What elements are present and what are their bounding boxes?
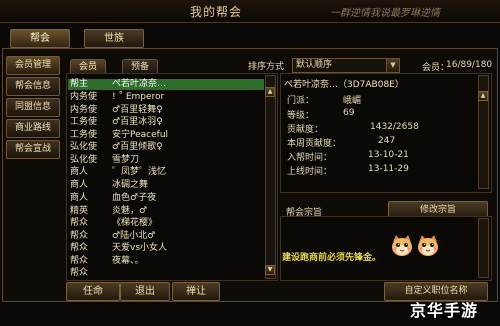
tab-members[interactable]: 会员 bbox=[70, 59, 106, 74]
chevron-down-icon: ▼ bbox=[386, 59, 399, 72]
transfer-leader-button[interactable]: 禅让 bbox=[172, 282, 220, 301]
member-name: ♂陆小北♂ bbox=[112, 231, 156, 241]
member-position: 帮众 bbox=[70, 231, 89, 241]
sidebar-item-guild-info[interactable]: 帮会信息 bbox=[6, 77, 60, 96]
tab-reserve[interactable]: 预备 bbox=[122, 59, 158, 74]
member-row[interactable]: 商人 冰碉之舞 bbox=[68, 180, 264, 191]
info-value-join-date: 13-10-21 bbox=[368, 150, 409, 160]
cat-emoticon-icon bbox=[392, 235, 412, 256]
member-name: 《梯花樱》 bbox=[112, 218, 158, 228]
member-position: 帮众 bbox=[70, 268, 89, 278]
member-position: 工务使 bbox=[70, 130, 98, 140]
member-row[interactable]: 帮主 ぺ若叶凉奈… bbox=[68, 79, 264, 90]
info-label-join-date: 入帮时间： bbox=[287, 153, 333, 163]
member-position: 商人 bbox=[70, 193, 89, 203]
member-name: ! ˚ Emperor bbox=[112, 92, 165, 102]
member-count-label: 会员： bbox=[422, 63, 450, 73]
member-name: 雪梦刀 bbox=[112, 155, 140, 165]
member-position: 内务使 bbox=[70, 92, 98, 102]
member-position: 帮众 bbox=[70, 243, 89, 253]
member-row[interactable]: 精英 炎魅，♂ bbox=[68, 206, 264, 217]
tab-clan[interactable]: 世族 bbox=[84, 29, 144, 48]
member-row[interactable]: 工务使 安宁Peaceful bbox=[68, 130, 264, 141]
member-position: 精英 bbox=[70, 206, 89, 216]
sidebar-item-guild-war[interactable]: 帮会宣战 bbox=[6, 140, 60, 159]
member-row[interactable]: 帮众 ♂陆小北♂ bbox=[68, 231, 264, 242]
member-row[interactable]: 商人 ゜凤梦゜浅忆 bbox=[68, 167, 264, 178]
member-position: 弘化使 bbox=[70, 155, 98, 165]
member-position: 工务使 bbox=[70, 117, 98, 127]
watermark: 京华手游 bbox=[410, 301, 479, 320]
window-title: 我的帮会 bbox=[190, 5, 243, 19]
info-value-contribution: 1432/2658 bbox=[370, 122, 419, 132]
member-info-name: ぺ若叶凉奈…（3D7AB08E） bbox=[284, 80, 404, 90]
info-value-last-online: 13-11-29 bbox=[368, 164, 409, 174]
member-position: 弘化使 bbox=[70, 142, 98, 152]
member-count-value: 16/89/180 bbox=[446, 60, 493, 70]
member-name: ♂百里轻舞♀ bbox=[112, 105, 163, 115]
sort-value: 默认顺序 bbox=[296, 60, 333, 70]
member-name: ぺ若叶凉奈… bbox=[112, 79, 167, 89]
member-row[interactable]: 弘化使 ♂百里倾歌♀ bbox=[68, 142, 264, 153]
appoint-button[interactable]: 任命 bbox=[66, 282, 120, 301]
sidebar-item-alliance-info[interactable]: 同盟信息 bbox=[6, 98, 60, 117]
member-position: 商人 bbox=[70, 180, 89, 190]
info-label-sect: 门派： bbox=[287, 96, 315, 106]
member-name: 天爱vs小女人 bbox=[112, 243, 168, 253]
member-position: 帮众 bbox=[70, 256, 89, 266]
member-name: 夜幕、。 bbox=[112, 256, 144, 266]
member-name: ♂百里倾歌♀ bbox=[112, 142, 163, 152]
member-row[interactable]: 帮众 《梯花樱》 bbox=[68, 218, 264, 229]
member-list-scrollbar[interactable] bbox=[265, 75, 276, 279]
banner-text: 一群逆情我说最罗琳逆情 bbox=[330, 8, 440, 19]
member-row[interactable]: 帮众 bbox=[68, 268, 264, 279]
info-value-weekly-contribution: 247 bbox=[378, 136, 396, 146]
info-label-last-online: 上线时间： bbox=[287, 167, 333, 177]
motto-box bbox=[280, 216, 492, 281]
leave-guild-button[interactable]: 退出 bbox=[120, 282, 170, 301]
member-name: 冰碉之舞 bbox=[112, 180, 149, 190]
motto-scrollbar[interactable] bbox=[478, 218, 489, 278]
member-row[interactable]: 帮众 夜幕、。 bbox=[68, 256, 264, 267]
member-name: ♂百里冰羽♀ bbox=[112, 117, 163, 127]
sidebar-item-trade-routes[interactable]: 商业路线 bbox=[6, 119, 60, 138]
member-position: 商人 bbox=[70, 167, 89, 177]
scroll-up-icon[interactable]: ▲ bbox=[478, 91, 488, 101]
member-name: 炎魅，♂ bbox=[112, 206, 148, 216]
info-value-sect: 峨嵋 bbox=[343, 96, 362, 106]
member-row[interactable]: 内务使 ♂百里轻舞♀ bbox=[68, 105, 264, 116]
member-name: ゜凤梦゜浅忆 bbox=[112, 167, 167, 177]
member-position: 内务使 bbox=[70, 105, 98, 115]
sidebar-item-member-management[interactable]: 会员管理 bbox=[6, 56, 60, 75]
member-row[interactable]: 商人 血色♂子夜 bbox=[68, 193, 264, 204]
scroll-down-icon[interactable]: ▼ bbox=[265, 265, 275, 275]
sort-label: 排序方式 bbox=[248, 62, 285, 72]
member-name: 安宁Peaceful bbox=[112, 130, 169, 140]
member-row[interactable]: 弘化使 雪梦刀 bbox=[68, 155, 264, 166]
member-position: 帮主 bbox=[70, 79, 89, 89]
member-position: 帮众 bbox=[70, 218, 89, 228]
info-value-level: 69 bbox=[343, 108, 355, 118]
member-row[interactable]: 工务使 ♂百里冰羽♀ bbox=[68, 117, 264, 128]
member-row[interactable]: 帮众 天爱vs小女人 bbox=[68, 243, 264, 254]
member-row[interactable]: 内务使 ! ˚ Emperor bbox=[68, 92, 264, 103]
motto-text: 建设跑商前必须先锋金。 bbox=[282, 253, 382, 263]
info-label-weekly-contribution: 本周贡献度： bbox=[287, 139, 342, 149]
member-name: 血色♂子夜 bbox=[112, 193, 157, 203]
tab-guild[interactable]: 帮会 bbox=[10, 29, 70, 48]
cat-emoticon-icon bbox=[418, 235, 438, 256]
scroll-up-icon[interactable]: ▲ bbox=[265, 87, 275, 97]
info-label-contribution: 贡献度： bbox=[287, 125, 324, 135]
info-label-level: 等级： bbox=[287, 111, 315, 121]
sort-select[interactable]: 默认顺序 ▼ bbox=[292, 58, 400, 73]
